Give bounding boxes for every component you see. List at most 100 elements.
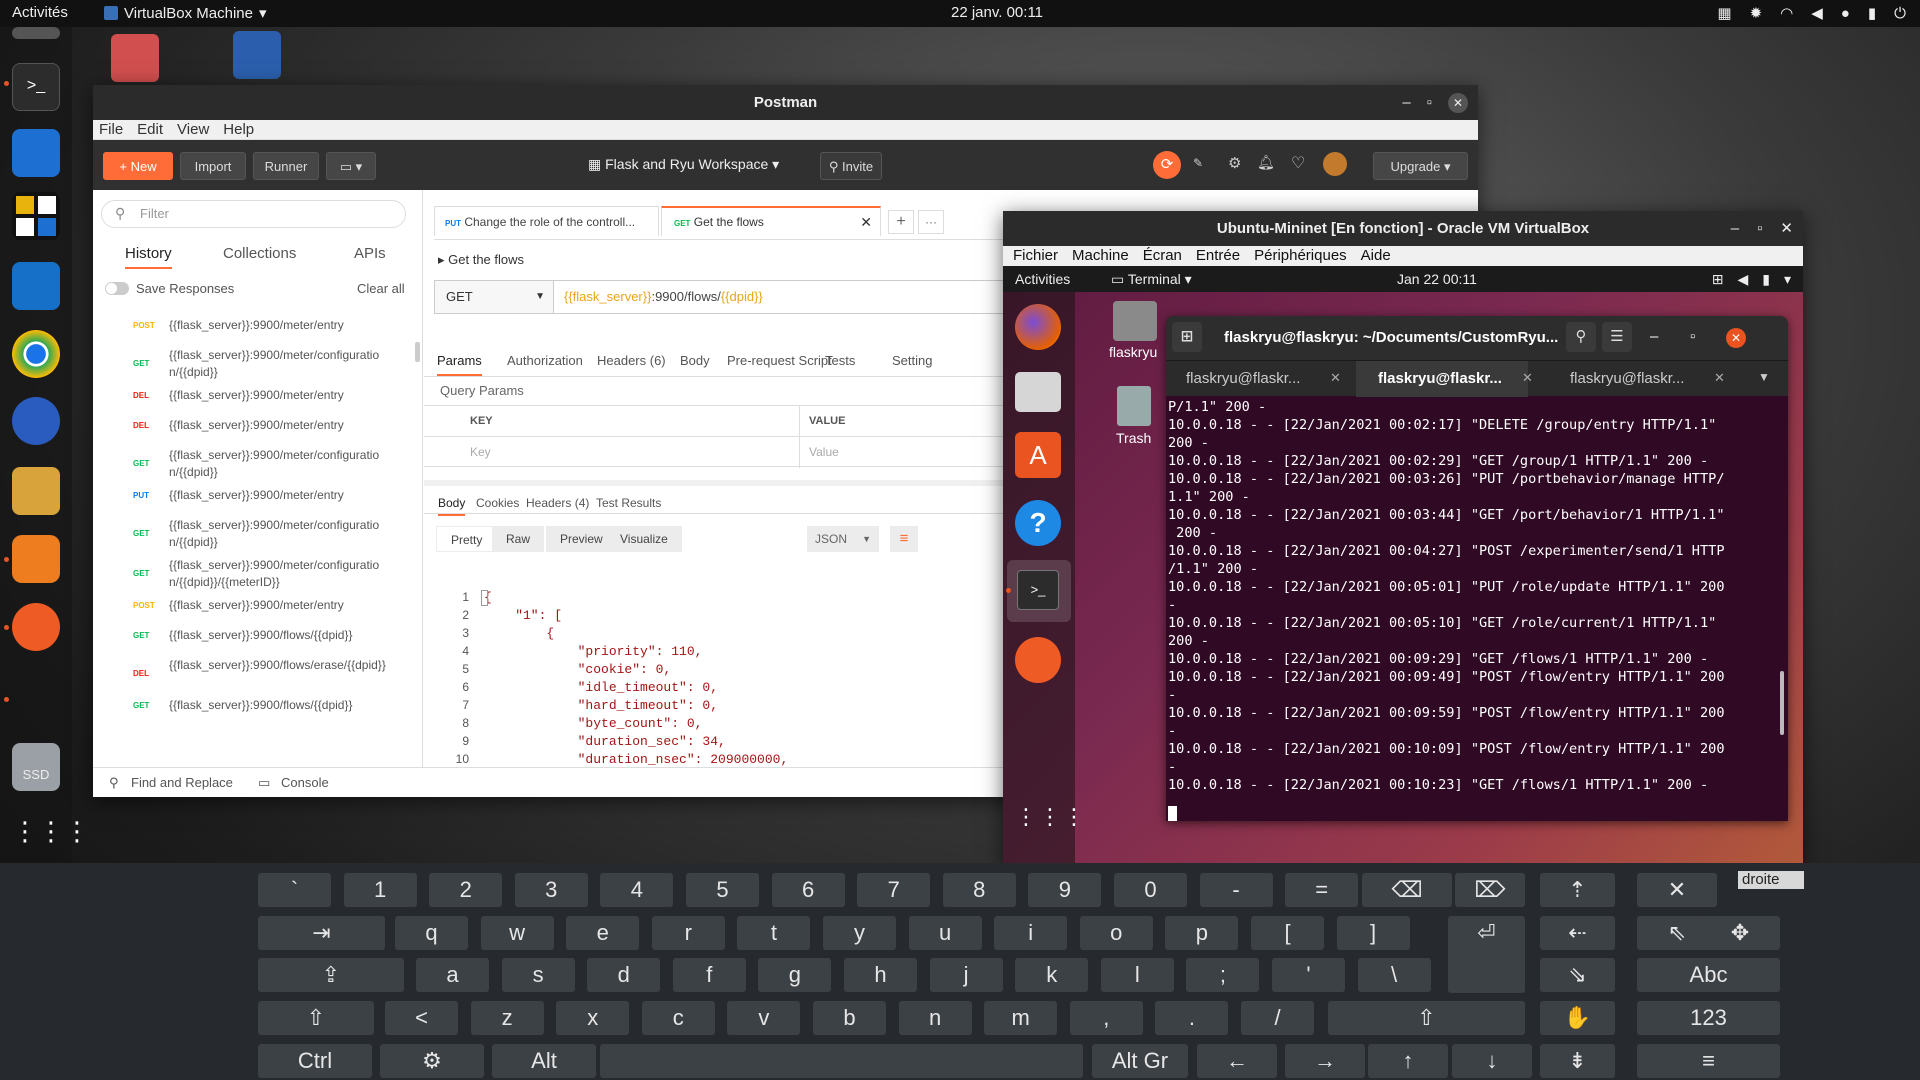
system-tray[interactable]: ▦ ✹ ◠ ◀ ● ▮ ⏻ — [1717, 4, 1906, 23]
key-input[interactable]: Key — [470, 445, 491, 459]
home-folder-icon[interactable] — [111, 34, 159, 82]
terminal-titlebar[interactable]: ⊞ flaskryu@flaskryu: ~/Documents/CustomR… — [1166, 316, 1788, 360]
close-tab-icon[interactable]: ✕ — [860, 208, 872, 236]
guest-screen[interactable]: Activities ▭ Terminal ▾ Jan 22 00:11 ⊞ ◀ ▮… — [1003, 266, 1803, 865]
method-select[interactable]: GET ▼ — [434, 280, 554, 314]
key-char[interactable]: 4 — [600, 873, 674, 907]
system-monitor-icon[interactable] — [12, 262, 60, 310]
history-item[interactable]: GET {{flask_server}}:9900/flows/{{dpid}} — [93, 627, 413, 657]
key-shift-right[interactable]: ⇧ — [1328, 1001, 1525, 1035]
key-close-keyboard[interactable]: ✕ — [1637, 873, 1717, 907]
avatar[interactable] — [1323, 152, 1347, 176]
request-name[interactable]: ▸ Get the flows — [438, 252, 524, 268]
menu-entree[interactable]: Entrée — [1196, 246, 1240, 266]
response-tab[interactable]: Test Results — [596, 496, 661, 510]
tab-history[interactable]: History — [125, 245, 172, 269]
console-button[interactable]: Console — [281, 775, 329, 790]
guest-tray[interactable]: ⊞ ◀ ▮ ▾ — [1712, 271, 1791, 288]
tab-change-role[interactable]: PUT Change the role of the controll... — [434, 206, 659, 236]
tab-get-flows[interactable]: GET Get the flows ✕ — [661, 206, 881, 236]
key-char[interactable]: o — [1079, 916, 1153, 950]
key-char[interactable]: n — [898, 1001, 972, 1035]
history-item[interactable]: POST {{flask_server}}:9900/meter/entry — [93, 597, 413, 627]
activities-button[interactable]: Activités — [12, 4, 68, 21]
upgrade-button[interactable]: Upgrade ▾ — [1373, 152, 1468, 180]
key-char[interactable]: z — [470, 1001, 544, 1035]
key-char[interactable]: m — [984, 1001, 1058, 1035]
key-char[interactable]: / — [1241, 1001, 1314, 1035]
key-char[interactable]: d — [587, 958, 661, 992]
key-char[interactable]: p — [1165, 916, 1239, 950]
save-responses-toggle[interactable] — [105, 282, 129, 295]
key-char[interactable]: r — [651, 916, 725, 950]
menu-fichier[interactable]: Fichier — [1013, 246, 1058, 266]
dock-app-icon[interactable] — [12, 27, 60, 39]
key-char[interactable]: a — [416, 958, 489, 992]
request-tab[interactable]: Body — [680, 353, 710, 368]
key-down[interactable]: ↓ — [1452, 1044, 1532, 1078]
menu-help[interactable]: Help — [223, 120, 254, 139]
key-space[interactable] — [600, 1044, 1083, 1078]
close-tab-icon[interactable]: ✕ — [1330, 370, 1341, 386]
history-item[interactable]: GET {{flask_server}}:9900/flows/{{dpid}} — [93, 697, 413, 727]
key-char[interactable]: 0 — [1114, 873, 1187, 907]
key-caps-lock[interactable]: ⇪ — [258, 958, 404, 992]
key-char[interactable]: \ — [1357, 958, 1431, 992]
history-item[interactable]: DEL {{flask_server}}:9900/meter/entry — [93, 417, 413, 447]
trash-icon[interactable] — [1117, 386, 1151, 426]
key-ctrl[interactable]: Ctrl — [258, 1044, 372, 1078]
menu-view[interactable]: View — [177, 120, 209, 139]
key-char[interactable]: x — [556, 1001, 630, 1035]
qualculate-icon[interactable] — [12, 192, 60, 240]
history-item[interactable]: GET {{flask_server}}:9900/meter/configura… — [93, 557, 413, 597]
key-char[interactable]: 9 — [1028, 873, 1102, 907]
menu-ecran[interactable]: Écran — [1143, 246, 1182, 266]
postman-icon[interactable] — [12, 603, 60, 651]
minimize-icon[interactable]: – — [1650, 328, 1658, 345]
key-char[interactable]: t — [737, 916, 811, 950]
mail-icon[interactable] — [12, 467, 60, 515]
show-apps-icon[interactable]: ⋮⋮⋮ — [1015, 806, 1087, 828]
request-tab[interactable]: Tests — [825, 353, 855, 368]
key-char[interactable]: k — [1015, 958, 1089, 992]
key-settings[interactable]: ⚙ — [380, 1044, 484, 1078]
key-char[interactable]: q — [395, 916, 468, 950]
key-char[interactable]: - — [1199, 873, 1273, 907]
key-delete[interactable]: ⌦ — [1455, 873, 1525, 907]
key-char[interactable]: 7 — [857, 873, 931, 907]
history-item[interactable]: DEL {{flask_server}}:9900/meter/entry — [93, 387, 413, 417]
history-item[interactable]: GET {{flask_server}}:9900/meter/configura… — [93, 347, 413, 387]
tab-collections[interactable]: Collections — [223, 245, 296, 262]
sidebar-scrollbar[interactable] — [415, 342, 420, 362]
close-tab-icon[interactable]: ✕ — [1522, 370, 1533, 386]
key-tab[interactable]: ⇥ — [258, 916, 385, 950]
minimize-icon[interactable]: – — [1402, 85, 1410, 120]
invite-button[interactable]: ⚲ Invite — [820, 152, 882, 180]
key-char[interactable]: ] — [1336, 916, 1410, 950]
word-document-icon[interactable] — [233, 31, 281, 79]
terminal-icon[interactable]: >_ — [12, 63, 60, 111]
minimize-icon[interactable]: – — [1731, 211, 1739, 246]
software-store-icon[interactable]: A — [1015, 432, 1061, 478]
menu-peripheriques[interactable]: Périphériques — [1254, 246, 1347, 266]
key-left[interactable]: ← — [1197, 1044, 1277, 1078]
key-char[interactable]: ` — [258, 873, 331, 907]
more-tabs-icon[interactable]: ··· — [918, 210, 944, 234]
key-abc[interactable]: Abc — [1637, 958, 1780, 992]
guest-clock[interactable]: Jan 22 00:11 — [1397, 271, 1477, 287]
terminal-tab-1[interactable]: flaskryu@flaskr... — [1186, 370, 1300, 387]
import-button[interactable]: Import — [180, 152, 246, 180]
new-button[interactable]: + New — [103, 152, 173, 180]
tab-apis[interactable]: APIs — [354, 245, 386, 262]
workspace-switcher[interactable]: ▦ Flask and Ryu Workspace ▾ — [588, 156, 779, 173]
postman-icon[interactable] — [1015, 637, 1061, 683]
key-char[interactable]: c — [641, 1001, 715, 1035]
history-item[interactable]: PUT {{flask_server}}:9900/meter/entry — [93, 487, 413, 517]
url-input[interactable]: {{flask_server}}:9900/flows/{{dpid}} — [554, 280, 1004, 314]
search-icon[interactable]: ⚲ — [1566, 322, 1596, 352]
terminal-icon[interactable]: >_ — [1017, 570, 1059, 610]
key-char[interactable]: u — [908, 916, 982, 950]
key-alt[interactable]: Alt — [492, 1044, 596, 1078]
key-char[interactable]: 6 — [771, 873, 845, 907]
key-char[interactable]: f — [672, 958, 746, 992]
